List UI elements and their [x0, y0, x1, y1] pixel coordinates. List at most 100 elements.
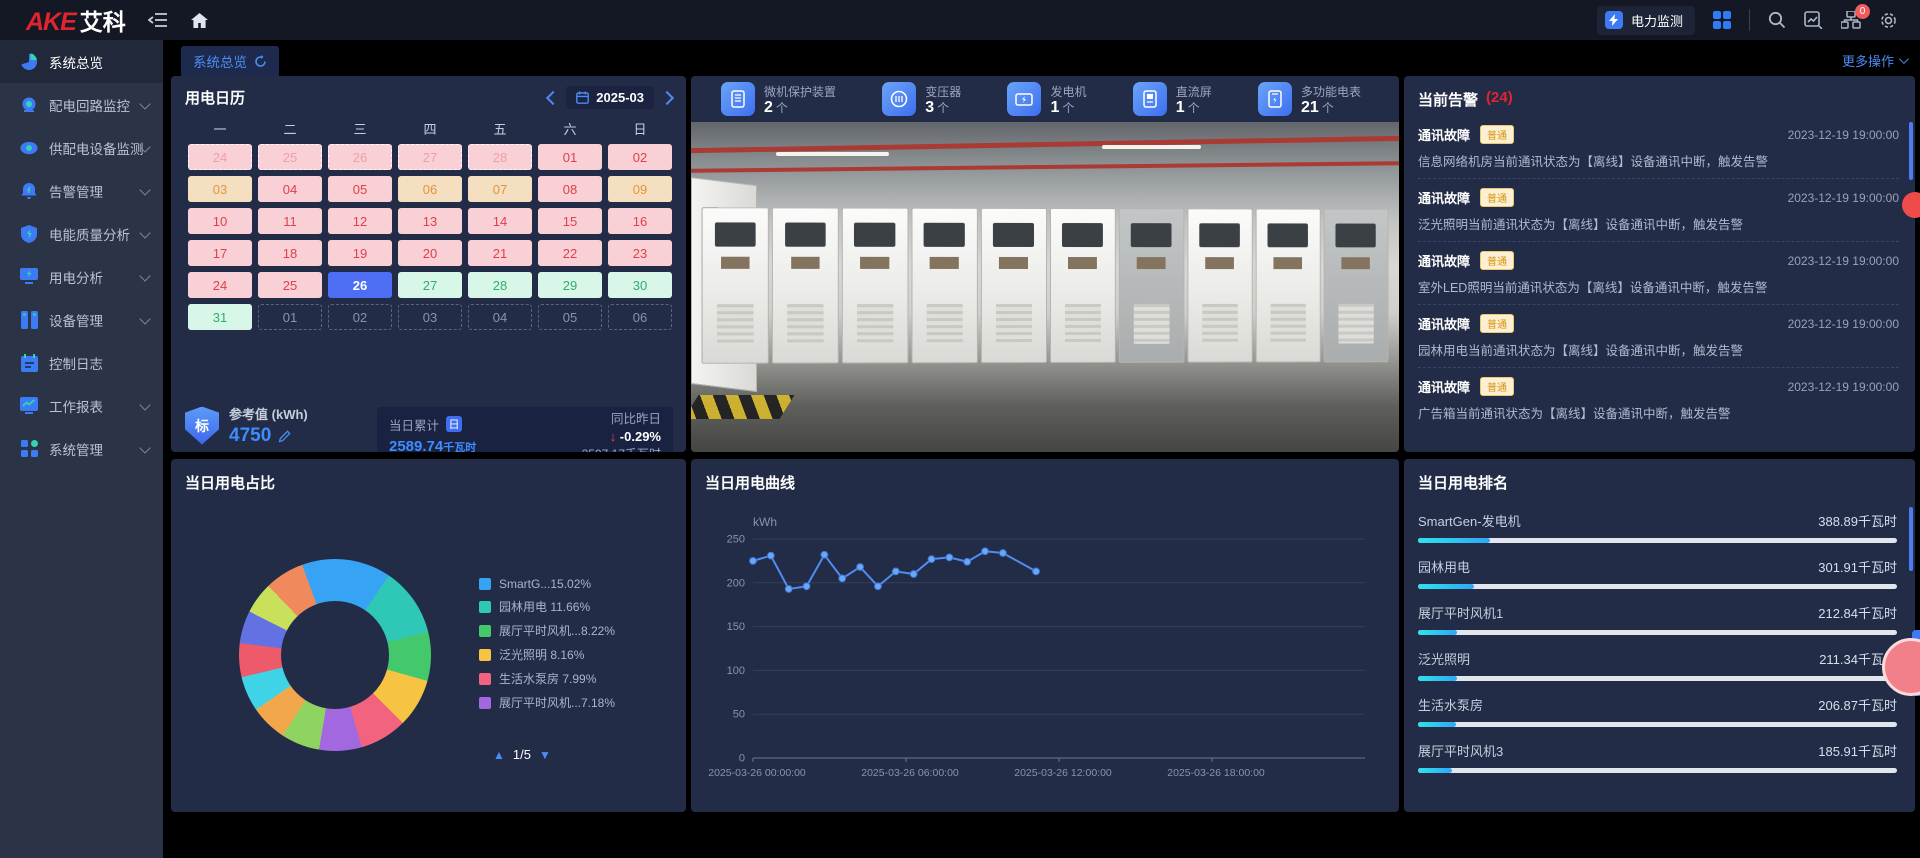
scrollbar-thumb[interactable] [1909, 507, 1913, 571]
sidebar-item-7[interactable]: 设备管理 [0, 298, 163, 341]
apps-grid-icon[interactable] [1713, 11, 1731, 29]
prev-month-icon[interactable] [546, 90, 560, 104]
calendar-day-cell[interactable]: 31 [188, 304, 252, 330]
calendar-day-cell[interactable]: 02 [608, 144, 672, 170]
sidebar-item-label: 系统管理 [49, 439, 103, 459]
calendar-day-cell[interactable]: 08 [538, 176, 602, 202]
dc-screen-icon [1133, 82, 1167, 116]
alarm-item[interactable]: 通讯故障普通2023-12-19 19:00:00广告箱当前通讯状态为【离线】设… [1418, 368, 1899, 430]
calendar-day-cell[interactable]: 13 [398, 208, 462, 234]
calendar-day-cell[interactable]: 24 [188, 144, 252, 170]
usage-donut-chart[interactable] [239, 559, 431, 751]
pager-down-icon[interactable]: ▼ [539, 748, 551, 762]
calendar-day-cell[interactable]: 22 [538, 240, 602, 266]
svg-text:250: 250 [727, 534, 745, 546]
report-chart-icon[interactable] [1804, 11, 1823, 29]
calendar-day-cell[interactable]: 06 [608, 304, 672, 330]
usage-stats: 当日累计日2589.74千瓦时同比昨日↓ -0.29%2597.17千瓦时当月累… [377, 407, 673, 452]
sidebar-item-9[interactable]: 工作报表 [0, 384, 163, 427]
device-tree-icon[interactable]: 0 [1841, 11, 1861, 29]
alarm-item[interactable]: 通讯故障普通2023-12-19 19:00:00园林用电当前通讯状态为【离线】… [1418, 305, 1899, 368]
alarms-count: (24) [1486, 89, 1513, 110]
calendar-day-cell[interactable]: 04 [258, 176, 322, 202]
calendar-day-cell[interactable]: 25 [258, 272, 322, 298]
calendar-day-cell[interactable]: 29 [538, 272, 602, 298]
calendar-day-cell[interactable]: 07 [468, 176, 532, 202]
month-picker[interactable]: 2025-03 [566, 86, 654, 109]
calendar-day-cell[interactable]: 11 [258, 208, 322, 234]
pager-up-icon[interactable]: ▲ [493, 748, 505, 762]
calendar-day-cell[interactable]: 15 [538, 208, 602, 234]
pie-legend-item[interactable]: 展厅平时风机...7.18% [479, 694, 615, 711]
sidebar-item-3[interactable]: 供配电设备监测 [0, 126, 163, 169]
sidebar-item-5[interactable]: 电能质量分析 [0, 212, 163, 255]
next-month-icon[interactable] [660, 90, 674, 104]
rank-name: 泛光照明 [1418, 649, 1470, 668]
calendar-day-cell[interactable]: 02 [328, 304, 392, 330]
more-actions-button[interactable]: 更多操作 [1842, 51, 1906, 70]
compare-label: 同比昨日 [582, 408, 661, 427]
pie-legend-item[interactable]: 泛光照明 8.16% [479, 646, 615, 663]
calendar-day-cell[interactable]: 21 [468, 240, 532, 266]
pie-legend-item[interactable]: 生活水泵房 7.99% [479, 670, 615, 687]
calendar-day-cell[interactable]: 20 [398, 240, 462, 266]
calendar-day-cell[interactable]: 03 [188, 176, 252, 202]
alarm-item[interactable]: 通讯故障普通2023-12-19 19:00:00信息网络机房当前通讯状态为【离… [1418, 116, 1899, 179]
calendar-day-cell[interactable]: 01 [258, 304, 322, 330]
collapse-sidebar-icon[interactable] [148, 12, 168, 28]
calendar-day-cell[interactable]: 28 [468, 272, 532, 298]
sidebar-item-2[interactable]: 配电回路监控 [0, 83, 163, 126]
sidebar-item-8[interactable]: 控制日志 [0, 341, 163, 384]
app-switch-button[interactable]: 电力监测 [1597, 6, 1695, 35]
alarm-item[interactable]: 通讯故障普通2023-12-19 19:00:00泛光照明当前通讯状态为【离线】… [1418, 179, 1899, 242]
calendar-day-cell[interactable]: 03 [398, 304, 462, 330]
calendar-day-cell[interactable]: 05 [538, 304, 602, 330]
refresh-icon[interactable] [254, 55, 267, 68]
calendar-day-cell[interactable]: 27 [398, 272, 462, 298]
calendar-day-cell[interactable]: 10 [188, 208, 252, 234]
calendar-day-cell[interactable]: 18 [258, 240, 322, 266]
scrollbar-thumb[interactable] [1909, 122, 1913, 180]
pie-legend-item[interactable]: 园林用电 11.66% [479, 598, 615, 615]
calendar-day-cell[interactable]: 26 [328, 144, 392, 170]
stat-label: 当日累计 [389, 415, 439, 434]
calendar-day-cell[interactable]: 05 [328, 176, 392, 202]
calendar-day-cell[interactable]: 27 [398, 144, 462, 170]
usage-line-chart[interactable]: 0501001502002502025-03-26 00:00:002025-0… [707, 525, 1383, 790]
calendar-day-cell[interactable]: 23 [608, 240, 672, 266]
topbar: AKE 艾科 电力监测 [0, 0, 1920, 40]
calendar-day-cell[interactable]: 24 [188, 272, 252, 298]
sidebar-item-6[interactable]: 用电分析 [0, 255, 163, 298]
edit-pencil-icon[interactable] [278, 430, 291, 443]
rank-bar-fill [1418, 722, 1456, 727]
sidebar-item-label: 配电回路监控 [49, 95, 130, 115]
calendar-day-cell[interactable]: 25 [258, 144, 322, 170]
tab-system-overview[interactable]: 系统总览 [181, 46, 279, 76]
calendar-day-cell[interactable]: 17 [188, 240, 252, 266]
alarm-item[interactable]: 通讯故障普通2023-12-19 19:00:00室外LED照明当前通讯状态为【… [1418, 242, 1899, 305]
search-icon[interactable] [1768, 11, 1786, 29]
settings-gear-icon[interactable] [1879, 11, 1898, 30]
weekday-header: 一二三四五六日 [171, 109, 686, 142]
calendar-day-cell[interactable]: 06 [398, 176, 462, 202]
calendar-day-cell[interactable]: 16 [608, 208, 672, 234]
pie-legend-item[interactable]: 展厅平时风机...8.22% [479, 622, 615, 639]
home-icon[interactable] [190, 12, 209, 29]
rank-value: 212.84千瓦时 [1818, 603, 1897, 622]
sidebar-item-10[interactable]: 系统管理 [0, 427, 163, 470]
calendar-day-cell[interactable]: 28 [468, 144, 532, 170]
sidebar-item-1[interactable]: 系统总览 [0, 40, 163, 83]
calendar-day-cell[interactable]: 30 [608, 272, 672, 298]
calendar-icon [576, 91, 589, 104]
calendar-day-cell[interactable]: 26 [328, 272, 392, 298]
alarm-type: 通讯故障 [1418, 377, 1470, 396]
sidebar-item-4[interactable]: 告警管理 [0, 169, 163, 212]
calendar-day-cell[interactable]: 12 [328, 208, 392, 234]
calendar-day-cell[interactable]: 01 [538, 144, 602, 170]
calendar-day-cell[interactable]: 04 [468, 304, 532, 330]
calendar-day-cell[interactable]: 19 [328, 240, 392, 266]
calendar-day-cell[interactable]: 09 [608, 176, 672, 202]
pie-legend-item[interactable]: SmartG...15.02% [479, 577, 615, 591]
compare-pct: ↓ -0.29% [582, 429, 661, 444]
calendar-day-cell[interactable]: 14 [468, 208, 532, 234]
